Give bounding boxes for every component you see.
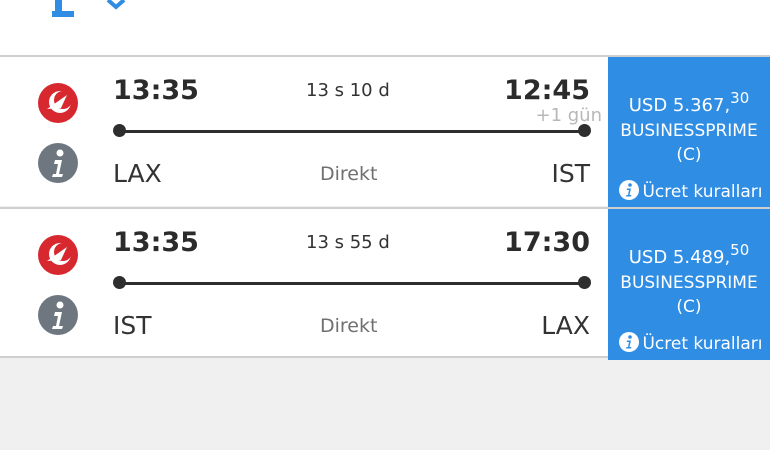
fare-class: BUSINESSPRIME [620, 121, 758, 141]
route-line [119, 282, 584, 285]
price-decimal: 30 [730, 89, 750, 107]
route-line [119, 130, 584, 133]
fare-rules-link[interactable]: Ücret kuralları [612, 332, 770, 356]
fare-panel[interactable]: USD 5.489,50 BUSINESSPRIME (C) Ücret kur… [608, 209, 770, 360]
route-end-dot [578, 276, 591, 289]
sort-icon[interactable] [52, 0, 137, 24]
flight-card[interactable]: 13:35 13 s 10 d 12:45 +1 gün LAX Direkt … [0, 55, 770, 208]
stops-label: Direkt [320, 163, 378, 185]
origin-airport: LAX [113, 159, 162, 188]
fare-price: USD 5.367,30 [608, 89, 770, 116]
destination-airport: LAX [541, 311, 590, 340]
route-end-dot [578, 124, 591, 137]
fare-rules-label: Ücret kuralları [642, 334, 763, 354]
stops-label: Direkt [320, 315, 378, 337]
destination-airport: IST [551, 159, 590, 188]
fare-rules-link[interactable]: Ücret kuralları [612, 180, 770, 204]
route-start-dot [113, 124, 126, 137]
departure-time: 13:35 [113, 227, 199, 258]
price-amount: USD 5.489, [628, 247, 731, 268]
info-icon[interactable] [37, 294, 79, 336]
flight-duration: 13 s 55 d [306, 232, 390, 253]
info-icon [619, 180, 640, 200]
flight-duration: 13 s 10 d [306, 80, 390, 101]
fare-rules-label: Ücret kuralları [642, 182, 763, 202]
turkish-airlines-logo [38, 83, 78, 123]
info-icon[interactable] [37, 142, 79, 184]
info-icon [619, 332, 640, 352]
price-decimal: 50 [730, 241, 750, 259]
fare-panel[interactable]: USD 5.367,30 BUSINESSPRIME (C) Ücret kur… [608, 57, 770, 208]
turkish-airlines-logo [38, 235, 78, 275]
fare-class: BUSINESSPRIME [620, 273, 758, 293]
fare-code: (C) [676, 145, 702, 165]
fare-code: (C) [676, 297, 702, 317]
origin-airport: IST [113, 311, 152, 340]
departure-time: 13:35 [113, 75, 199, 106]
arrival-time: 17:30 [504, 227, 590, 258]
fare-price: USD 5.489,50 [608, 241, 770, 268]
price-amount: USD 5.367, [628, 95, 731, 116]
day-offset: +1 gün [535, 105, 603, 126]
header-strip [0, 0, 770, 55]
arrival-time: 12:45 [504, 75, 590, 106]
route-start-dot [113, 276, 126, 289]
flight-card[interactable]: 13:35 13 s 55 d 17:30 IST Direkt LAX USD… [0, 207, 770, 360]
